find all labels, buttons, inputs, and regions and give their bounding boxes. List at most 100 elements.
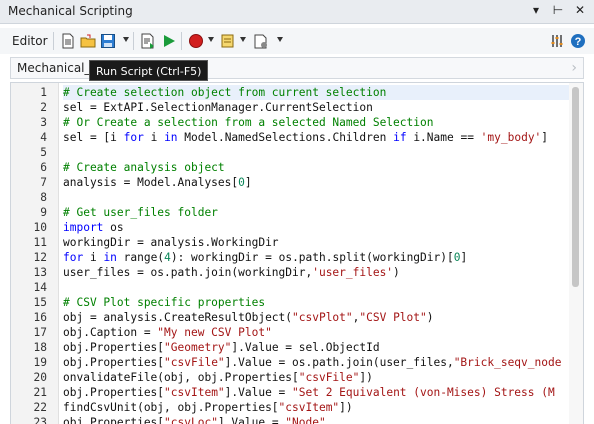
toolbar-separator: [181, 32, 182, 50]
code-line[interactable]: sel = [i for i in Model.NamedSelections.…: [63, 130, 569, 145]
code-token: ]: [460, 251, 468, 264]
code-line[interactable]: obj.Properties["csvItem"].Value = "Set 2…: [63, 385, 569, 400]
line-number: 1: [40, 86, 47, 99]
code-token: "My new CSV Plot": [157, 326, 272, 339]
line-number: 7: [40, 176, 47, 189]
code-line[interactable]: sel = ExtAPI.SelectionManager.CurrentSel…: [63, 100, 569, 115]
line-number: 3: [40, 116, 47, 129]
code-line[interactable]: [63, 145, 569, 160]
line-number: 13: [33, 266, 47, 279]
code-token: in: [164, 131, 178, 144]
new-script-icon[interactable]: [60, 33, 76, 49]
code-token: i: [143, 131, 165, 144]
code-token: obj = analysis.CreateResultObject(: [63, 311, 293, 324]
code-token: for: [123, 131, 144, 144]
code-token: in: [103, 251, 117, 264]
line-number: 14: [33, 281, 47, 294]
code-token: 4: [164, 251, 171, 264]
code-token: findCsvUnit(obj, obj.Properties[: [63, 401, 279, 414]
code-token: ): workingDir = os.path.split(workingDir…: [170, 251, 454, 264]
line-number: 15: [33, 296, 47, 309]
snippet-dropdown-icon[interactable]: [240, 37, 246, 42]
editor-label: Editor: [12, 34, 48, 48]
chevron-right-icon[interactable]: ›: [571, 60, 577, 76]
code-editor[interactable]: 1 2 3 4 5 6 7 8 9 10 11 12 13 14 15 16 17 18 19 20 21 22 23 # …: [10, 82, 584, 424]
window-titlebar: Mechanical Scripting ▾ ⊢ ✕: [0, 0, 594, 24]
save-icon[interactable]: [100, 33, 116, 49]
code-token: 'my_body': [480, 131, 542, 144]
scrollbar-thumb[interactable]: [572, 87, 579, 287]
dropdown-icon[interactable]: ▾: [530, 3, 542, 17]
code-token: sel = ExtAPI.SelectionManager.CurrentSel…: [63, 101, 373, 114]
code-line[interactable]: analysis = Model.Analyses[0]: [63, 175, 569, 190]
code-token: ]: [244, 176, 252, 189]
code-line[interactable]: findCsvUnit(obj, obj.Properties["csvItem…: [63, 400, 569, 415]
code-token: Model.NamedSelections.Children: [177, 131, 394, 144]
settings-icon[interactable]: [549, 33, 565, 49]
code-token: ].Value =: [224, 386, 293, 399]
code-token: os: [103, 221, 124, 234]
code-area[interactable]: # Create selection object from current s…: [63, 83, 569, 424]
code-token: # CSV Plot specific properties: [63, 296, 266, 309]
code-line[interactable]: obj.Properties["Geometry"].Value = sel.O…: [63, 340, 569, 355]
open-folder-icon[interactable]: [80, 33, 96, 49]
code-token: i: [83, 251, 104, 264]
code-line[interactable]: # Create selection object from current s…: [63, 85, 569, 100]
code-line[interactable]: for i in range(4): workingDir = os.path.…: [63, 250, 569, 265]
script-tab-name[interactable]: Mechanical_S: [17, 61, 98, 75]
line-number: 4: [40, 131, 47, 144]
code-line[interactable]: [63, 190, 569, 205]
code-token: 'user_files': [312, 266, 394, 279]
line-number: 21: [33, 386, 47, 399]
line-number: 18: [33, 341, 47, 354]
code-line[interactable]: # CSV Plot specific properties: [63, 295, 569, 310]
code-token: # Get user_files folder: [63, 206, 218, 219]
save-dropdown-icon[interactable]: [123, 37, 129, 42]
code-line[interactable]: user_files = os.path.join(workingDir,'us…: [63, 265, 569, 280]
code-line[interactable]: onvalidateFile(obj, obj.Properties["csvF…: [63, 370, 569, 385]
code-token: for: [63, 251, 84, 264]
code-token: "csvLoc": [164, 416, 218, 424]
line-number: 19: [33, 356, 47, 369]
code-line[interactable]: # Or Create a selection from a selected …: [63, 115, 569, 130]
code-token: ].Value = sel.ObjectId: [231, 341, 380, 354]
code-line[interactable]: import os: [63, 220, 569, 235]
pin-icon[interactable]: ⊢: [552, 3, 564, 17]
code-token: if: [393, 131, 407, 144]
debug-dropdown-icon[interactable]: [277, 37, 283, 42]
code-line[interactable]: # Create analysis object: [63, 160, 569, 175]
code-token: ): [393, 266, 400, 279]
code-token: # Create selection object from current s…: [63, 86, 387, 99]
code-line[interactable]: [63, 280, 569, 295]
debug-icon[interactable]: [253, 33, 269, 49]
record-icon[interactable]: [188, 33, 204, 49]
window-controls: ▾ ⊢ ✕: [530, 3, 586, 17]
record-dropdown-icon[interactable]: [208, 37, 214, 42]
run-script-icon[interactable]: [140, 33, 156, 49]
code-token: user_files = os.path.join(workingDir,: [63, 266, 313, 279]
svg-text:?: ?: [575, 36, 582, 48]
code-token: obj.Properties[: [63, 356, 165, 369]
line-number: 17: [33, 326, 47, 339]
code-line[interactable]: obj.Properties["csvFile"].Value = os.pat…: [63, 355, 569, 370]
code-token: "csvItem": [164, 386, 225, 399]
vertical-scrollbar[interactable]: [569, 83, 583, 424]
code-token: obj.Properties[: [63, 341, 165, 354]
code-line[interactable]: workingDir = analysis.WorkingDir: [63, 235, 569, 250]
code-token: "Set 2 Equivalent (von-Mises) Stress (M: [292, 386, 555, 399]
editor-toolbar: Editor ?: [0, 28, 594, 54]
toolbar-separator: [133, 32, 134, 50]
code-token: "csvItem": [278, 401, 340, 414]
close-icon[interactable]: ✕: [574, 3, 586, 17]
code-line[interactable]: obj.Caption = "My new CSV Plot": [63, 325, 569, 340]
play-icon[interactable]: [161, 33, 177, 49]
code-line[interactable]: obj.Properties["csvLoc"].Value = "Node": [63, 415, 569, 424]
snippet-icon[interactable]: [220, 33, 236, 49]
code-line[interactable]: # Get user_files folder: [63, 205, 569, 220]
code-token: 0: [238, 176, 245, 189]
code-token: ): [426, 311, 434, 324]
code-token: analysis = Model.Analyses[: [63, 176, 239, 189]
code-token: "Geometry": [164, 341, 232, 354]
help-icon[interactable]: ?: [570, 33, 586, 49]
code-line[interactable]: obj = analysis.CreateResultObject("csvPl…: [63, 310, 569, 325]
